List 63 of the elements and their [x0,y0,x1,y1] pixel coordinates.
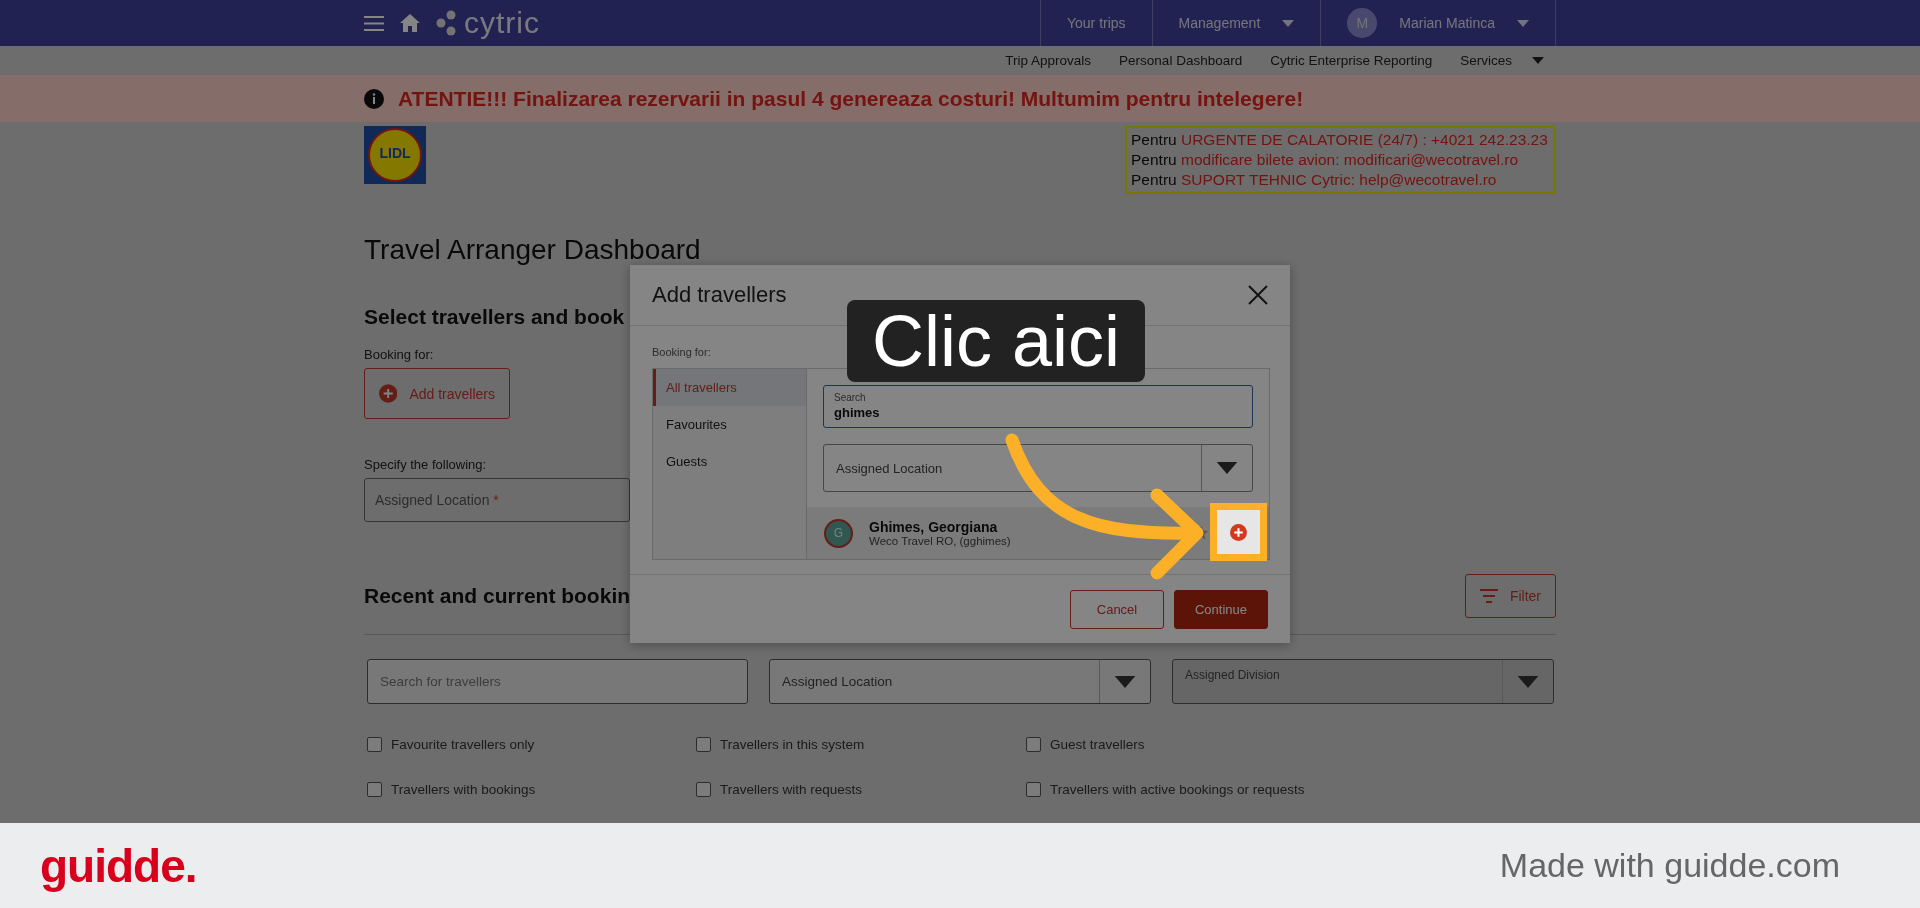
search-field[interactable]: Search ghimes [823,385,1253,428]
checkbox-label: Travellers with requests [720,782,863,797]
checkbox[interactable] [696,782,711,797]
company-logo: LIDL [364,126,426,184]
add-travellers-button[interactable]: Add travellers [364,368,510,419]
filter-button[interactable]: Filter [1464,574,1556,618]
filter-icon [1479,589,1498,603]
contact-line: Pentru URGENTE DE CALATORIE (24/7) : +4021 242.23.23 [1131,130,1549,150]
checkbox[interactable] [367,782,382,797]
traveller-tab[interactable]: All travellers [653,369,806,406]
field-label: Specify the following: [364,457,487,472]
dots-logo-icon [436,10,458,36]
location-select[interactable]: Assigned Location [769,659,1151,704]
checkbox[interactable] [696,737,711,752]
checkbox-label: Travellers with active bookings or requests [1050,782,1305,797]
sub-nav-link[interactable]: Cytric Enterprise Reporting [1270,53,1433,68]
footer-tagline: Made with guidde.com [1499,846,1840,885]
search-input[interactable]: ghimes [834,405,1034,420]
location-field[interactable]: Assigned Location * [364,478,630,522]
app-logo[interactable]: cytric [464,8,540,38]
field-label: Booking for: [364,347,434,362]
avatar: G [824,518,853,548]
caret-icon [1517,19,1529,27]
plus-icon [1230,523,1247,541]
sub-nav-link[interactable]: Personal Dashboard [1119,53,1243,68]
caret-icon [1114,675,1136,688]
caret-icon [1282,19,1295,27]
dialog-title: Add travellers [652,282,787,308]
division-select[interactable]: Assigned Division [1172,659,1554,704]
sub-nav-link[interactable]: Trip Approvals [1005,53,1092,68]
contact-line: Pentru SUPORT TEHNIC Cytric: help@wecotravel.ro [1131,170,1498,190]
location-select[interactable]: Assigned Location [823,444,1253,492]
cancel-button[interactable]: Cancel [1070,589,1164,629]
field-label: Search [834,392,867,403]
traveller-detail: Weco Travel RO, (gghimes) [869,535,1011,547]
caret-icon [1216,462,1238,474]
brand-logo: guidde. [40,838,197,893]
close-icon[interactable] [1248,285,1268,305]
menu-icon[interactable] [364,15,384,31]
warning-banner-text: ATENTIE!!! Finalizarea rezervarii in pasul 4 genereaza costuri! Multumim pentru intelegere! [398,86,1304,111]
field-label: Booking for: [652,346,712,358]
checkbox-label: Travellers in this system [720,737,865,752]
plus-icon [379,384,398,403]
info-icon [364,88,384,109]
page-title: Travel Arranger Dashboard [364,234,702,266]
checkbox[interactable] [367,737,382,752]
checkbox[interactable] [1026,782,1041,797]
caret-icon [1532,57,1544,64]
contact-line: Pentru modificare bilete avion: modificari@wecotravel.ro [1131,150,1520,170]
checkbox[interactable] [1026,737,1041,752]
checkbox-label: Guest travellers [1050,737,1145,752]
continue-button[interactable]: Continue [1174,589,1268,629]
traveller-name: Ghimes, Georgiana [869,519,999,535]
caret-icon [1517,675,1539,688]
checkbox-label: Favourite travellers only [391,737,535,752]
add-traveller-button[interactable] [1210,503,1267,561]
callout-tooltip: Clic aici [847,300,1145,382]
section-heading: Recent and current bookin [364,584,631,608]
search-field[interactable]: Search for travellers [367,659,748,704]
checkbox-label: Travellers with bookings [391,782,536,797]
sub-nav-link[interactable]: Services [1460,53,1544,68]
home-icon[interactable] [400,14,420,32]
section-heading: Select travellers and book [364,305,626,329]
